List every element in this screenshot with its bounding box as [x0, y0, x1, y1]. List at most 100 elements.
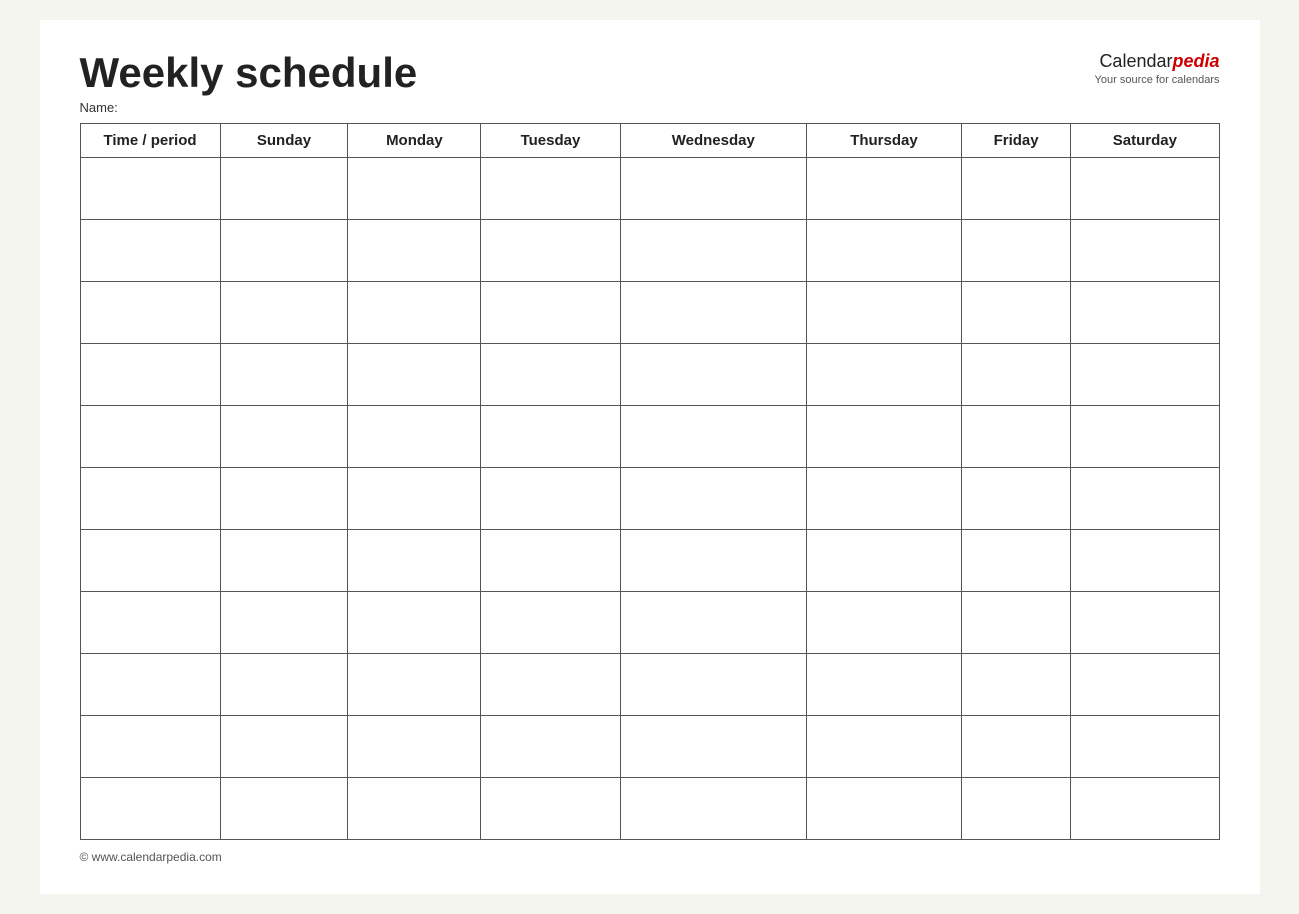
- page: Weekly schedule Name: Calendarpedia Your…: [40, 20, 1260, 894]
- table-cell[interactable]: [220, 344, 348, 406]
- table-cell[interactable]: [348, 344, 481, 406]
- table-cell[interactable]: [220, 778, 348, 840]
- table-cell[interactable]: [481, 344, 620, 406]
- table-cell[interactable]: [220, 468, 348, 530]
- table-cell[interactable]: [481, 220, 620, 282]
- table-cell[interactable]: [220, 158, 348, 220]
- table-row: [80, 778, 1219, 840]
- table-cell[interactable]: [481, 158, 620, 220]
- table-cell[interactable]: [348, 220, 481, 282]
- table-cell[interactable]: [220, 220, 348, 282]
- table-cell[interactable]: [1071, 344, 1219, 406]
- table-cell[interactable]: [481, 530, 620, 592]
- logo-pedia: pedia: [1172, 51, 1219, 71]
- table-cell[interactable]: [807, 468, 962, 530]
- schedule-table: Time / period Sunday Monday Tuesday Wedn…: [80, 123, 1220, 840]
- table-cell[interactable]: [620, 344, 806, 406]
- table-cell[interactable]: [1071, 282, 1219, 344]
- table-cell[interactable]: [961, 158, 1070, 220]
- table-cell[interactable]: [220, 716, 348, 778]
- table-cell[interactable]: [1071, 158, 1219, 220]
- table-cell[interactable]: [481, 716, 620, 778]
- table-cell[interactable]: [1071, 406, 1219, 468]
- table-cell[interactable]: [1071, 654, 1219, 716]
- table-cell[interactable]: [1071, 530, 1219, 592]
- table-cell[interactable]: [1071, 592, 1219, 654]
- table-cell[interactable]: [961, 344, 1070, 406]
- table-cell[interactable]: [481, 406, 620, 468]
- table-cell[interactable]: [80, 530, 220, 592]
- table-cell[interactable]: [80, 406, 220, 468]
- table-cell[interactable]: [220, 530, 348, 592]
- table-cell[interactable]: [807, 592, 962, 654]
- table-cell[interactable]: [348, 282, 481, 344]
- table-cell[interactable]: [807, 220, 962, 282]
- table-cell[interactable]: [348, 158, 481, 220]
- table-cell[interactable]: [348, 406, 481, 468]
- table-cell[interactable]: [348, 778, 481, 840]
- table-cell[interactable]: [481, 778, 620, 840]
- table-cell[interactable]: [220, 406, 348, 468]
- header-saturday: Saturday: [1071, 124, 1219, 158]
- table-cell[interactable]: [620, 220, 806, 282]
- table-cell[interactable]: [80, 468, 220, 530]
- table-cell[interactable]: [620, 654, 806, 716]
- table-cell[interactable]: [961, 716, 1070, 778]
- table-cell[interactable]: [961, 220, 1070, 282]
- table-cell[interactable]: [348, 654, 481, 716]
- table-cell[interactable]: [620, 716, 806, 778]
- table-cell[interactable]: [80, 654, 220, 716]
- table-cell[interactable]: [961, 530, 1070, 592]
- table-cell[interactable]: [807, 282, 962, 344]
- table-cell[interactable]: [961, 592, 1070, 654]
- table-cell[interactable]: [620, 468, 806, 530]
- table-cell[interactable]: [220, 592, 348, 654]
- table-cell[interactable]: [348, 530, 481, 592]
- table-cell[interactable]: [1071, 468, 1219, 530]
- table-cell[interactable]: [348, 468, 481, 530]
- table-cell[interactable]: [807, 344, 962, 406]
- header-thursday: Thursday: [807, 124, 962, 158]
- title-block: Weekly schedule Name:: [80, 50, 418, 115]
- table-cell[interactable]: [80, 592, 220, 654]
- table-cell[interactable]: [1071, 220, 1219, 282]
- table-cell[interactable]: [620, 282, 806, 344]
- table-cell[interactable]: [481, 468, 620, 530]
- table-cell[interactable]: [220, 282, 348, 344]
- table-cell[interactable]: [620, 406, 806, 468]
- table-cell[interactable]: [481, 282, 620, 344]
- table-cell[interactable]: [80, 220, 220, 282]
- table-cell[interactable]: [620, 778, 806, 840]
- table-cell[interactable]: [961, 406, 1070, 468]
- table-cell[interactable]: [80, 158, 220, 220]
- table-cell[interactable]: [961, 654, 1070, 716]
- table-cell[interactable]: [620, 592, 806, 654]
- table-cell[interactable]: [80, 282, 220, 344]
- table-cell[interactable]: [1071, 778, 1219, 840]
- header-sunday: Sunday: [220, 124, 348, 158]
- table-cell[interactable]: [807, 654, 962, 716]
- table-cell[interactable]: [807, 716, 962, 778]
- table-cell[interactable]: [807, 158, 962, 220]
- table-cell[interactable]: [80, 344, 220, 406]
- table-cell[interactable]: [348, 592, 481, 654]
- table-cell[interactable]: [80, 778, 220, 840]
- table-cell[interactable]: [807, 778, 962, 840]
- header-friday: Friday: [961, 124, 1070, 158]
- header-monday: Monday: [348, 124, 481, 158]
- table-cell[interactable]: [220, 654, 348, 716]
- header-time-period: Time / period: [80, 124, 220, 158]
- table-cell[interactable]: [620, 158, 806, 220]
- table-cell[interactable]: [961, 282, 1070, 344]
- table-cell[interactable]: [348, 716, 481, 778]
- table-row: [80, 468, 1219, 530]
- table-cell[interactable]: [620, 530, 806, 592]
- table-cell[interactable]: [961, 468, 1070, 530]
- table-cell[interactable]: [481, 592, 620, 654]
- table-cell[interactable]: [807, 406, 962, 468]
- table-cell[interactable]: [1071, 716, 1219, 778]
- table-cell[interactable]: [961, 778, 1070, 840]
- table-cell[interactable]: [80, 716, 220, 778]
- table-cell[interactable]: [481, 654, 620, 716]
- table-cell[interactable]: [807, 530, 962, 592]
